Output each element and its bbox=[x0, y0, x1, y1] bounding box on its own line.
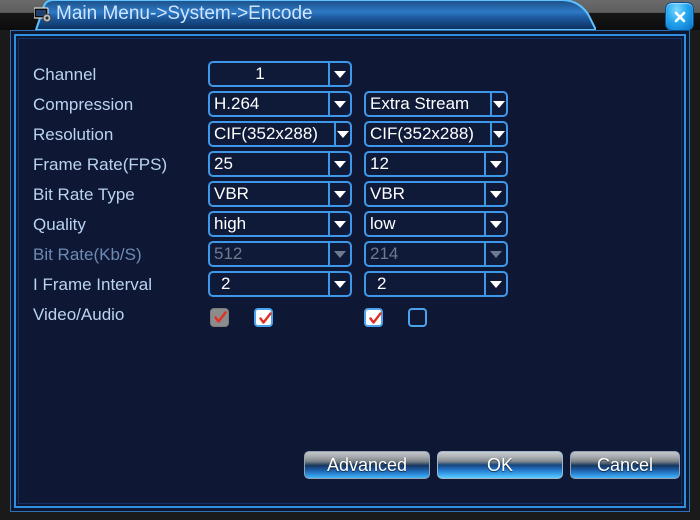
dropdown-resolution-extra[interactable]: CIF(352x288) bbox=[364, 121, 508, 147]
chevron-down-icon[interactable] bbox=[334, 123, 350, 145]
encode-monitor-icon bbox=[34, 7, 52, 23]
label-bit-rate: Bit Rate(Kb/S) bbox=[33, 245, 142, 264]
dropdown-quality-extra[interactable]: low bbox=[364, 211, 508, 237]
dropdown-channel[interactable]: 1 bbox=[208, 61, 352, 87]
dropdown-frame-rate-main-value: 25 bbox=[214, 154, 233, 173]
close-icon bbox=[674, 11, 685, 22]
dropdown-bit-rate-main: 512 bbox=[208, 241, 352, 267]
chevron-down-icon bbox=[328, 243, 350, 265]
dropdown-frame-rate-main[interactable]: 25 bbox=[208, 151, 352, 177]
chevron-down-icon[interactable] bbox=[484, 183, 506, 205]
chevron-down-icon[interactable] bbox=[328, 213, 350, 235]
dropdown-bit-rate-type-main[interactable]: VBR bbox=[208, 181, 352, 207]
encode-settings-window: Main Menu->System->Encode Channel 1 Comp… bbox=[0, 0, 700, 520]
ok-button-label: OK bbox=[486, 454, 513, 475]
dropdown-compression-main[interactable]: H.264 bbox=[208, 91, 352, 117]
chevron-down-icon[interactable] bbox=[484, 153, 506, 175]
checkbox-main-video bbox=[210, 308, 229, 327]
check-icon bbox=[214, 311, 227, 323]
dropdown-frame-rate-extra[interactable]: 12 bbox=[364, 151, 508, 177]
label-bit-rate-type: Bit Rate Type bbox=[33, 185, 135, 204]
label-video-audio: Video/Audio bbox=[33, 305, 125, 324]
close-button[interactable] bbox=[665, 2, 694, 31]
label-compression: Compression bbox=[33, 95, 134, 114]
dropdown-i-frame-main-value: 2 bbox=[221, 274, 231, 293]
dropdown-i-frame-extra-value: 2 bbox=[377, 274, 387, 293]
dropdown-compression-main-value: H.264 bbox=[214, 94, 260, 113]
ok-button[interactable]: OK bbox=[437, 451, 563, 479]
checkbox-main-audio[interactable] bbox=[254, 308, 273, 327]
cancel-button[interactable]: Cancel bbox=[570, 451, 680, 479]
label-frame-rate: Frame Rate(FPS) bbox=[33, 155, 168, 174]
dropdown-channel-value: 1 bbox=[255, 64, 265, 83]
chevron-down-icon[interactable] bbox=[328, 273, 350, 295]
label-channel: Channel bbox=[33, 65, 97, 84]
chevron-down-icon[interactable] bbox=[490, 123, 506, 145]
dropdown-bit-rate-extra: 214 bbox=[364, 241, 508, 267]
advanced-button[interactable]: Advanced bbox=[304, 451, 430, 479]
dropdown-i-frame-extra[interactable]: 2 bbox=[364, 271, 508, 297]
dropdown-bit-rate-extra-value: 214 bbox=[370, 244, 399, 263]
chevron-down-icon[interactable] bbox=[484, 273, 506, 295]
advanced-button-label: Advanced bbox=[326, 454, 408, 475]
chevron-down-icon[interactable] bbox=[328, 153, 350, 175]
check-icon bbox=[259, 312, 272, 324]
dropdown-quality-main-value: high bbox=[214, 214, 247, 233]
dropdown-resolution-extra-value: CIF(352x288) bbox=[370, 124, 474, 143]
dropdown-frame-rate-extra-value: 12 bbox=[370, 154, 389, 173]
check-icon bbox=[369, 312, 382, 324]
dropdown-stream-type[interactable]: Extra Stream bbox=[364, 91, 508, 117]
label-i-frame-interval: I Frame Interval bbox=[33, 275, 153, 294]
dropdown-stream-type-value: Extra Stream bbox=[370, 94, 470, 113]
checkbox-extra-audio[interactable] bbox=[408, 308, 427, 327]
chevron-down-icon bbox=[484, 243, 506, 265]
dropdown-bit-rate-type-extra-value: VBR bbox=[370, 184, 405, 203]
chevron-down-icon[interactable] bbox=[328, 183, 350, 205]
checkbox-extra-video[interactable] bbox=[364, 308, 383, 327]
dropdown-bit-rate-type-extra[interactable]: VBR bbox=[364, 181, 508, 207]
chevron-down-icon[interactable] bbox=[490, 93, 506, 115]
dropdown-i-frame-main[interactable]: 2 bbox=[208, 271, 352, 297]
label-resolution: Resolution bbox=[33, 125, 114, 144]
dropdown-bit-rate-type-main-value: VBR bbox=[214, 184, 249, 203]
content-panel: Channel 1 Compression H.264 Extra Stream bbox=[10, 30, 690, 512]
dropdown-quality-extra-value: low bbox=[370, 214, 396, 233]
dropdown-resolution-main-value: CIF(352x288) bbox=[214, 124, 318, 143]
dropdown-resolution-main[interactable]: CIF(352x288) bbox=[208, 121, 352, 147]
dropdown-bit-rate-main-value: 512 bbox=[214, 244, 243, 263]
content-panel-inner: Channel 1 Compression H.264 Extra Stream bbox=[14, 34, 686, 508]
content-panel-inner-2: Channel 1 Compression H.264 Extra Stream bbox=[18, 38, 682, 504]
chevron-down-icon[interactable] bbox=[328, 63, 350, 85]
cancel-button-label: Cancel bbox=[596, 454, 654, 475]
chevron-down-icon[interactable] bbox=[484, 213, 506, 235]
page-title: Main Menu->System->Encode bbox=[56, 3, 313, 24]
label-quality: Quality bbox=[33, 215, 86, 234]
dropdown-quality-main[interactable]: high bbox=[208, 211, 352, 237]
chevron-down-icon[interactable] bbox=[328, 93, 350, 115]
